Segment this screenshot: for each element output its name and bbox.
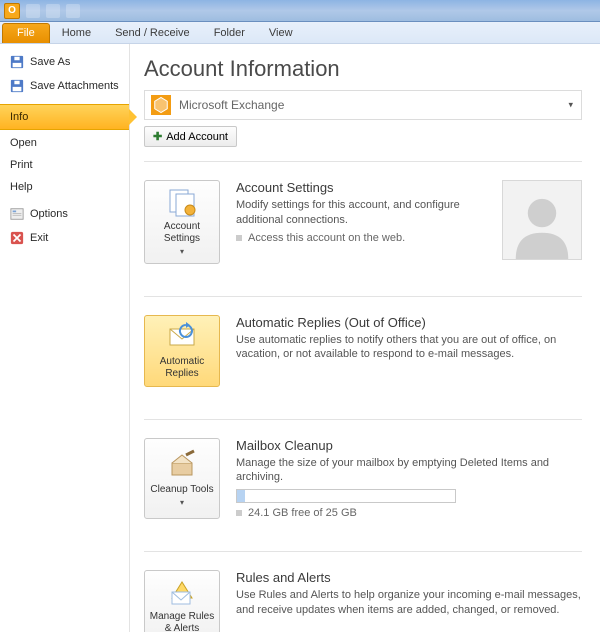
button-label: Cleanup Tools <box>150 484 213 496</box>
section-title: Account Settings <box>236 180 478 195</box>
dropdown-caret-icon: ▾ <box>180 498 184 508</box>
tab-view[interactable]: View <box>257 24 305 43</box>
section-title: Rules and Alerts <box>236 570 582 585</box>
sidebar-help[interactable]: Help <box>0 176 129 198</box>
sidebar-item-label: Save Attachments <box>30 80 119 92</box>
tab-folder[interactable]: Folder <box>202 24 257 43</box>
bullet-icon <box>236 235 242 241</box>
account-name: Microsoft Exchange <box>179 98 284 112</box>
automatic-replies-button[interactable]: Automatic Replies <box>144 315 220 387</box>
app-icon[interactable]: O <box>4 3 20 19</box>
sidebar-save-attachments[interactable]: Save Attachments <box>0 74 129 98</box>
attachment-icon <box>10 79 24 93</box>
button-label: Automatic Replies <box>149 356 215 380</box>
sidebar-item-label: Save As <box>30 56 70 68</box>
tab-file[interactable]: File <box>2 23 50 43</box>
section-desc: Manage the size of your mailbox by empty… <box>236 456 582 486</box>
backstage-sidebar: Save As Save Attachments Info Open Print… <box>0 44 130 632</box>
sidebar-item-label: Exit <box>30 232 48 244</box>
section-subitem[interactable]: Access this account on the web. <box>236 232 478 244</box>
sidebar-options[interactable]: Options <box>0 202 129 226</box>
section-desc: Modify settings for this account, and co… <box>236 198 478 228</box>
section-title: Mailbox Cleanup <box>236 438 582 453</box>
section-mailbox-cleanup: Cleanup Tools ▾ Mailbox Cleanup Manage t… <box>144 419 582 538</box>
button-label: Account Settings <box>149 221 215 245</box>
section-account-settings: Account Settings ▾ Account Settings Modi… <box>144 161 582 282</box>
tab-send-receive[interactable]: Send / Receive <box>103 24 202 43</box>
exit-icon <box>10 231 24 245</box>
page-title: Account Information <box>144 56 582 82</box>
content-area: Account Information Microsoft Exchange ▾… <box>130 44 600 632</box>
qat-item[interactable] <box>66 4 80 18</box>
quota-text: 24.1 GB free of 25 GB <box>248 507 357 519</box>
chevron-down-icon: ▾ <box>568 100 573 111</box>
manage-rules-alerts-button[interactable]: Manage Rules & Alerts <box>144 570 220 632</box>
section-automatic-replies: Automatic Replies Automatic Replies (Out… <box>144 296 582 405</box>
bullet-icon <box>236 510 242 516</box>
titlebar: O <box>0 0 600 22</box>
sidebar-item-label: Options <box>30 208 68 220</box>
sidebar-print[interactable]: Print <box>0 154 129 176</box>
section-desc: Use Rules and Alerts to help organize yo… <box>236 588 582 618</box>
avatar <box>502 180 582 260</box>
sidebar-item-label: Print <box>10 159 33 171</box>
account-settings-icon <box>166 187 198 217</box>
sidebar-open[interactable]: Open <box>0 132 129 154</box>
tab-home[interactable]: Home <box>50 24 103 43</box>
qat-item[interactable] <box>26 4 40 18</box>
quota-fill <box>237 490 245 502</box>
exchange-icon <box>151 95 171 115</box>
account-selector[interactable]: Microsoft Exchange ▾ <box>144 90 582 120</box>
dropdown-caret-icon: ▾ <box>180 247 184 257</box>
sidebar-item-label: Info <box>10 111 28 123</box>
options-icon <box>10 207 24 221</box>
sidebar-save-as[interactable]: Save As <box>0 50 129 74</box>
qat-item[interactable] <box>46 4 60 18</box>
subitem-label: Access this account on the web. <box>248 232 405 244</box>
quota-text-row: 24.1 GB free of 25 GB <box>236 507 582 519</box>
cleanup-icon <box>166 450 198 480</box>
rules-alerts-icon <box>166 577 198 607</box>
button-label: Add Account <box>166 131 228 143</box>
sidebar-item-label: Help <box>10 181 33 193</box>
quick-access-toolbar <box>26 4 80 18</box>
section-rules-alerts: Manage Rules & Alerts Rules and Alerts U… <box>144 551 582 632</box>
button-label: Manage Rules & Alerts <box>149 611 215 632</box>
cleanup-tools-button[interactable]: Cleanup Tools ▾ <box>144 438 220 520</box>
section-title: Automatic Replies (Out of Office) <box>236 315 582 330</box>
ribbon-tabs: File Home Send / Receive Folder View <box>0 22 600 44</box>
save-icon <box>10 55 24 69</box>
mailbox-quota-bar <box>236 489 456 503</box>
sidebar-info[interactable]: Info <box>0 104 129 130</box>
automatic-replies-icon <box>166 322 198 352</box>
sidebar-item-label: Open <box>10 137 37 149</box>
sidebar-exit[interactable]: Exit <box>0 226 129 250</box>
plus-icon: ✚ <box>153 130 162 143</box>
section-desc: Use automatic replies to notify others t… <box>236 333 582 363</box>
add-account-button[interactable]: ✚ Add Account <box>144 126 237 147</box>
account-settings-button[interactable]: Account Settings ▾ <box>144 180 220 264</box>
